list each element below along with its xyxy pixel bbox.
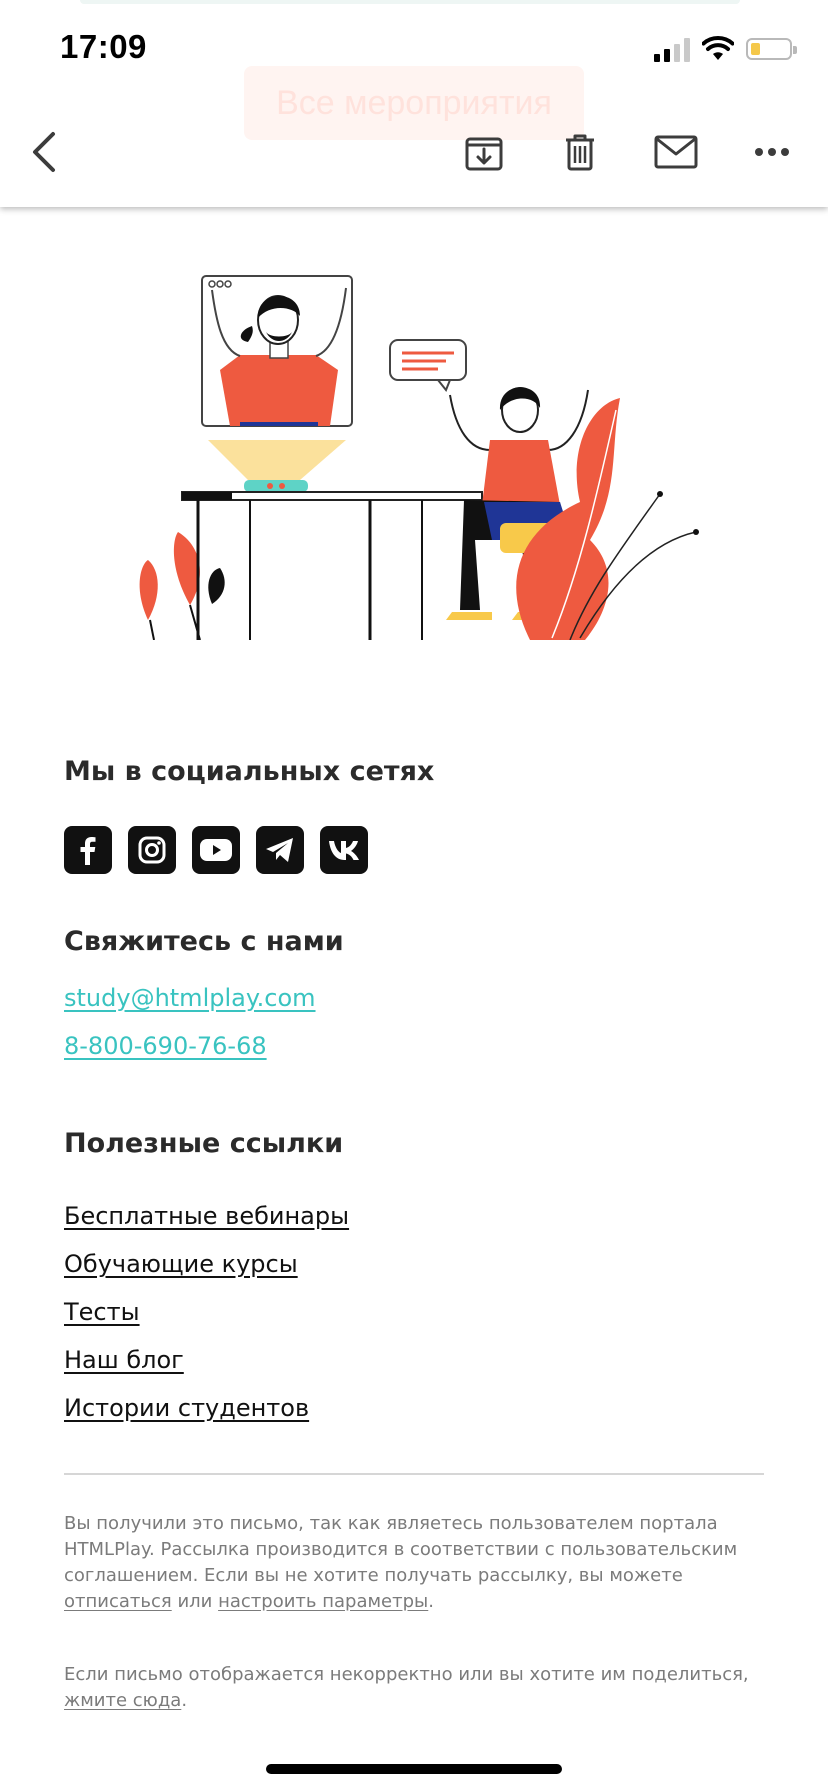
status-time: 17:09 <box>60 28 147 65</box>
click-here-link[interactable]: жмите сюда <box>64 1690 181 1711</box>
email-link[interactable]: study@htmlplay.com <box>64 984 316 1012</box>
settings-link[interactable]: настроить параметры <box>218 1591 428 1612</box>
all-events-button-faded: Все мероприятия <box>244 66 584 140</box>
youtube-icon[interactable] <box>192 826 240 874</box>
back-chevron-icon[interactable] <box>14 122 74 182</box>
link-courses[interactable]: Обучающие курсы <box>64 1250 298 1278</box>
notice-period: . <box>428 1591 434 1612</box>
share-period: . <box>181 1690 188 1711</box>
link-free-webinars[interactable]: Бесплатные вебинары <box>64 1202 349 1230</box>
status-icons <box>654 34 797 64</box>
useful-links-title: Полезные ссылки <box>64 1128 344 1159</box>
link-blog[interactable]: Наш блог <box>64 1346 184 1374</box>
mail-toolbar: Все мероприятия 17:09 <box>0 0 828 207</box>
contact-section-title: Свяжитесь с нами <box>64 926 344 957</box>
home-indicator[interactable] <box>266 1764 562 1774</box>
battery-icon <box>746 38 797 60</box>
or-text: или <box>177 1591 213 1612</box>
trash-icon[interactable] <box>550 122 610 182</box>
unsubscribe-link[interactable]: отписаться <box>64 1591 172 1612</box>
telegram-icon[interactable] <box>256 826 304 874</box>
social-icons-row <box>64 826 368 874</box>
share-text: Если письмо отображается некорректно или… <box>64 1664 749 1685</box>
link-tests[interactable]: Тесты <box>64 1298 140 1326</box>
previous-content-strip <box>80 0 740 4</box>
phone-link[interactable]: 8-800-690-76-68 <box>64 1032 267 1060</box>
facebook-icon[interactable] <box>64 826 112 874</box>
wifi-icon <box>702 36 734 60</box>
subscription-notice: Вы получили это письмо, так как являетес… <box>64 1511 754 1615</box>
instagram-icon[interactable] <box>128 826 176 874</box>
more-icon[interactable] <box>742 122 802 182</box>
archive-icon[interactable] <box>454 122 514 182</box>
link-student-stories[interactable]: Истории студентов <box>64 1394 309 1422</box>
mail-icon[interactable] <box>646 122 706 182</box>
cellular-signal-icon <box>654 36 690 62</box>
footer-divider <box>64 1473 764 1475</box>
notice-text: Вы получили это письмо, так как являетес… <box>64 1513 738 1586</box>
social-section-title: Мы в социальных сетях <box>64 756 435 787</box>
online-learning-illustration <box>139 275 699 640</box>
vk-icon[interactable] <box>320 826 368 874</box>
share-notice: Если письмо отображается некорректно или… <box>64 1662 754 1714</box>
